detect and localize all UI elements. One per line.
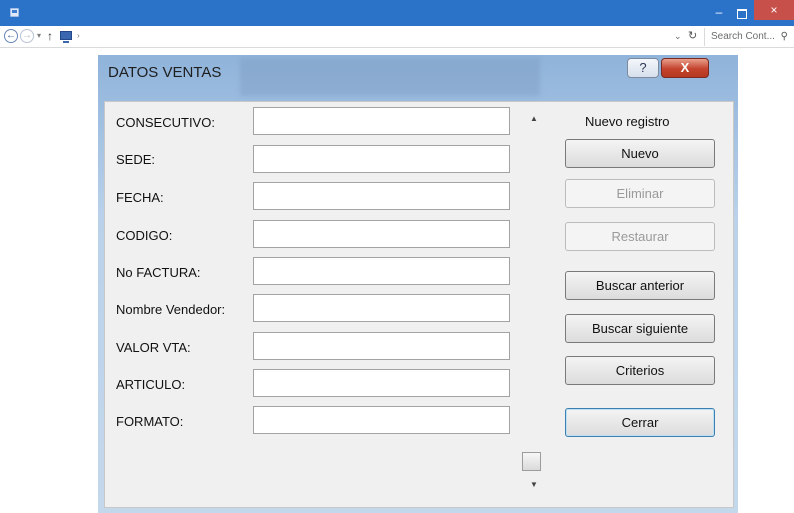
search-placeholder: Search Cont... (711, 31, 775, 42)
window-titlebar: – × (0, 0, 794, 26)
app-icon (10, 8, 19, 17)
background-blur (240, 58, 540, 96)
scroll-up-icon[interactable]: ▲ (528, 114, 540, 124)
recent-locations-chevron-icon[interactable]: ▾ (37, 30, 45, 42)
up-arrow-icon[interactable]: ↑ (47, 29, 57, 43)
address-dropdown-icon[interactable]: ⌄ (674, 30, 684, 42)
consecutivo-field[interactable] (253, 107, 510, 135)
search-icon: ⚲ (780, 31, 788, 42)
label-sede: SEDE: (116, 152, 156, 167)
label-articulo: ARTICULO: (116, 377, 186, 392)
maximize-button[interactable] (733, 6, 749, 20)
scroll-down-icon[interactable]: ▼ (528, 480, 540, 490)
nuevo-button[interactable]: Nuevo (565, 139, 715, 168)
eliminar-button[interactable]: Eliminar (565, 179, 715, 208)
breadcrumb-chevron-icon[interactable]: › (77, 30, 83, 42)
help-button[interactable]: ? (627, 58, 659, 78)
nombre-vendedor-field[interactable] (253, 294, 510, 322)
address-bar: ← → ▾ ↑ › ⌄ ↻ Search Cont... ⚲ (0, 26, 794, 48)
dialog-close-button[interactable]: X (661, 58, 709, 78)
codigo-field[interactable] (253, 220, 510, 248)
search-input[interactable]: Search Cont... ⚲ (704, 28, 792, 46)
criterios-button[interactable]: Criterios (565, 356, 715, 385)
label-consecutivo: CONSECUTIVO: (116, 115, 215, 130)
valor-vta-field[interactable] (253, 332, 510, 360)
label-codigo: CODIGO: (116, 228, 173, 243)
dialog-title: DATOS VENTAS (108, 64, 222, 81)
no-factura-field[interactable] (253, 257, 510, 285)
minimize-button[interactable]: – (711, 6, 727, 20)
scrollbar-thumb[interactable] (522, 452, 541, 471)
refresh-icon[interactable]: ↻ (688, 29, 700, 43)
label-nombre-vendedor: Nombre Vendedor: (116, 302, 226, 317)
formato-field[interactable] (253, 406, 510, 434)
buscar-anterior-button[interactable]: Buscar anterior (565, 271, 715, 300)
record-status: Nuevo registro (585, 114, 670, 129)
forward-icon[interactable]: → (20, 29, 34, 43)
label-fecha: FECHA: (116, 190, 164, 205)
screen: – × ← → ▾ ↑ › ⌄ ↻ Search Cont... ⚲ DATOS… (0, 0, 794, 513)
label-no-factura: No FACTURA: (116, 265, 201, 280)
computer-icon (60, 31, 72, 43)
articulo-field[interactable] (253, 369, 510, 397)
label-valor-vta: VALOR VTA: (116, 340, 191, 355)
sede-field[interactable] (253, 145, 510, 173)
back-icon[interactable]: ← (4, 29, 18, 43)
cerrar-button[interactable]: Cerrar (565, 408, 715, 437)
buscar-siguiente-button[interactable]: Buscar siguiente (565, 314, 715, 343)
restaurar-button[interactable]: Restaurar (565, 222, 715, 251)
label-formato: FORMATO: (116, 414, 184, 429)
fecha-field[interactable] (253, 182, 510, 210)
window-close-button[interactable]: × (754, 0, 794, 20)
